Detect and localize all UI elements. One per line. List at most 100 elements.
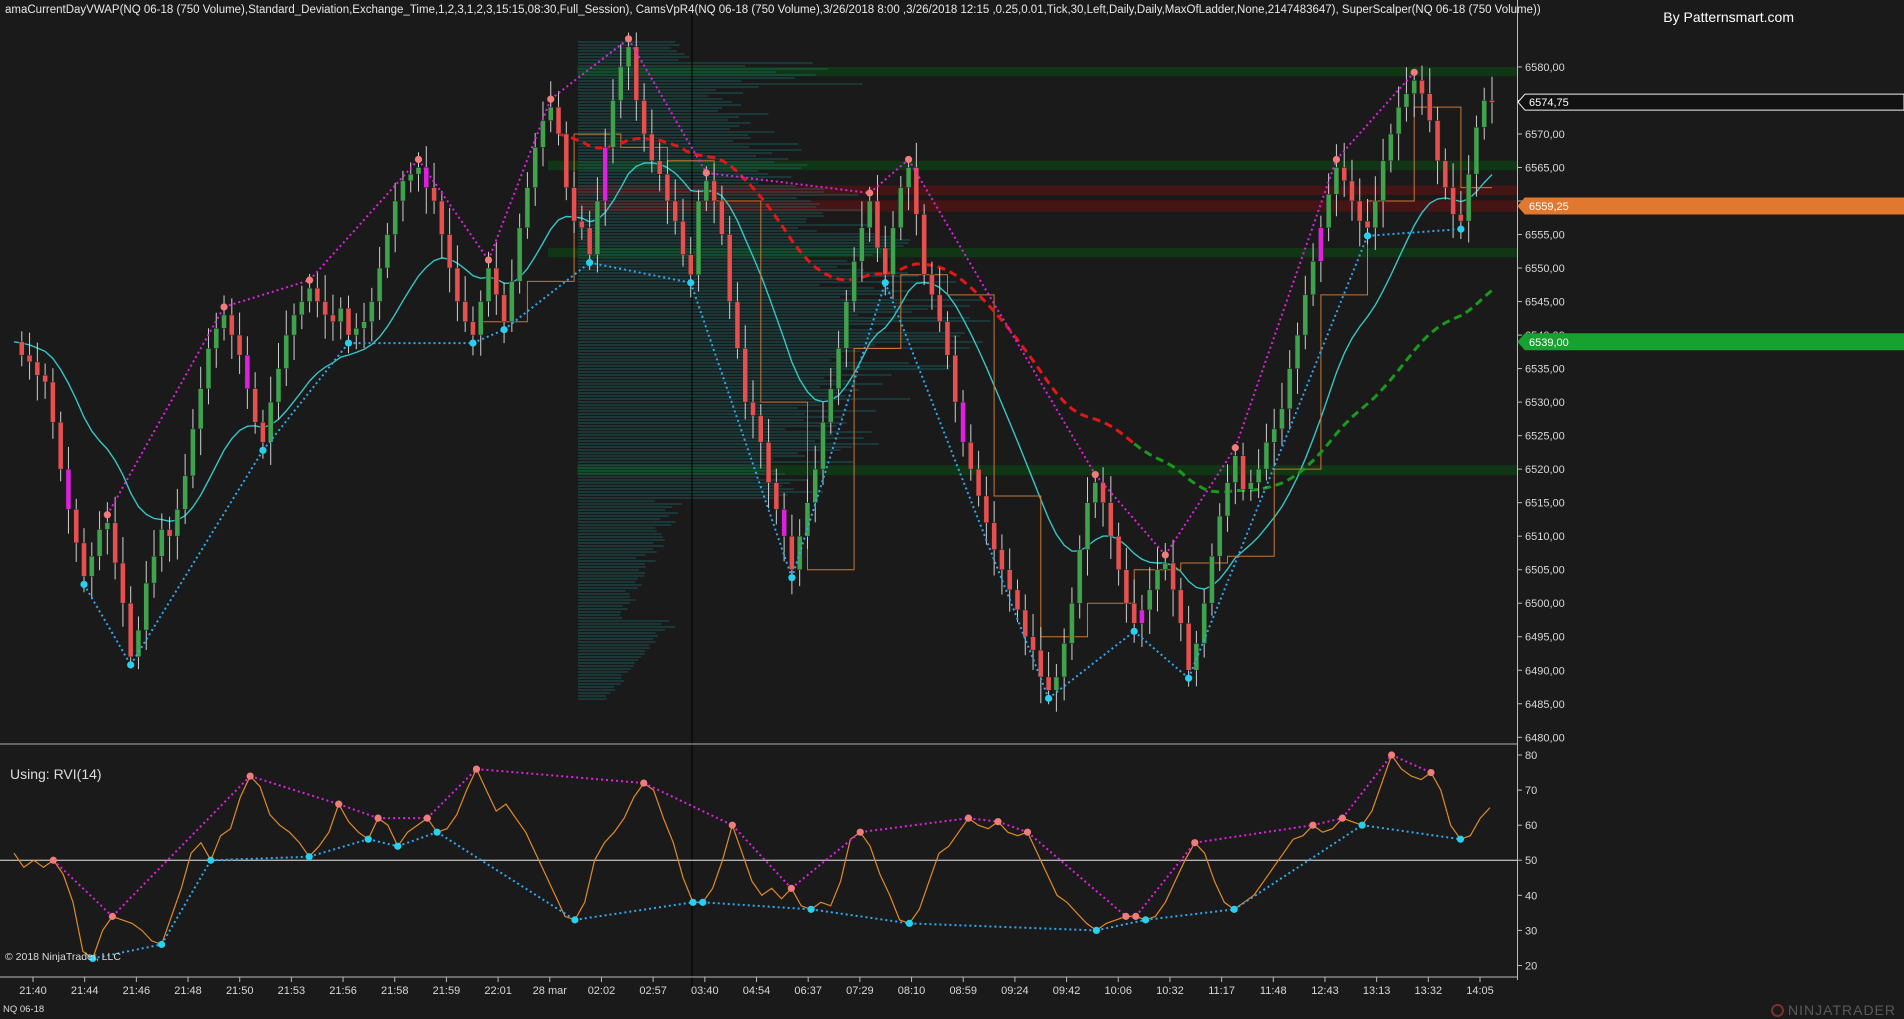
bear-candle bbox=[50, 381, 56, 423]
rvi-line bbox=[13, 753, 1491, 960]
swing-high-dot bbox=[547, 95, 555, 103]
bull-candle bbox=[804, 502, 811, 537]
bull-candle bbox=[1286, 368, 1293, 410]
bull-candle bbox=[890, 227, 896, 275]
bear-candle bbox=[244, 354, 251, 389]
bull-candle bbox=[1084, 502, 1091, 550]
bull-candle bbox=[1076, 549, 1083, 604]
bear-candle bbox=[65, 468, 72, 510]
time-tick-label: 22:01 bbox=[484, 985, 512, 997]
bull-candle bbox=[182, 475, 188, 510]
swing-low-dot bbox=[127, 661, 135, 669]
bull-candle bbox=[96, 529, 103, 557]
price-tick-label: 6520,00 bbox=[1525, 464, 1565, 476]
bear-candle bbox=[166, 529, 173, 537]
bear-candle bbox=[81, 542, 87, 577]
bear-candle bbox=[127, 602, 134, 658]
bull-candle bbox=[384, 234, 391, 269]
bear-candle bbox=[882, 247, 888, 275]
rvi-peak bbox=[731, 824, 793, 889]
rvi-peak-dot bbox=[1122, 912, 1130, 920]
bear-candle bbox=[57, 421, 64, 470]
bull-candle bbox=[843, 301, 850, 349]
bull-candle bbox=[1325, 194, 1332, 229]
bear-candle bbox=[1115, 535, 1122, 570]
time-tick-label: 21:53 bbox=[278, 985, 306, 997]
bear-candle bbox=[1108, 502, 1114, 537]
rvi-trough-dot bbox=[1358, 821, 1366, 829]
bull-candle bbox=[1201, 602, 1207, 644]
bull-candle bbox=[1302, 294, 1309, 336]
bear-candle bbox=[765, 442, 772, 483]
rvi-trough bbox=[702, 901, 812, 911]
swing-high bbox=[308, 158, 420, 281]
bear-candle bbox=[454, 267, 461, 302]
time-tick-label: 10:32 bbox=[1156, 985, 1184, 997]
chart-window[interactable]: 6580,006575,006570,006565,006560,006555,… bbox=[0, 0, 1904, 1019]
time-tick-label: 09:42 bbox=[1053, 985, 1081, 997]
rvi-peak-dot bbox=[1388, 751, 1396, 759]
time-tick-label: 21:50 bbox=[226, 985, 254, 997]
swing-high-dot bbox=[103, 511, 111, 519]
bull-candle bbox=[625, 46, 632, 68]
bull-candle bbox=[1248, 482, 1254, 490]
bull-candle bbox=[477, 301, 484, 336]
bull-candle bbox=[1271, 428, 1277, 443]
bull-candle bbox=[104, 522, 111, 530]
rvi-peak-dot bbox=[640, 779, 648, 787]
bear-candle bbox=[1341, 167, 1347, 182]
bear-candle bbox=[1006, 569, 1013, 591]
bull-candle bbox=[1162, 562, 1169, 570]
bear-candle bbox=[688, 254, 694, 275]
bear-candle bbox=[711, 180, 717, 202]
bull-candle bbox=[135, 629, 142, 658]
bull-candle bbox=[547, 106, 554, 121]
rvi-peak-dot bbox=[108, 912, 116, 920]
rvi-peak bbox=[643, 782, 733, 827]
rvi-trough-dot bbox=[689, 898, 697, 906]
bull-candle bbox=[1154, 569, 1161, 591]
bear-candle bbox=[734, 301, 741, 349]
rvi-peak-dot bbox=[1191, 839, 1199, 847]
bull-candle bbox=[143, 582, 149, 631]
bear-candle bbox=[431, 187, 437, 202]
bear-candle bbox=[758, 415, 764, 443]
bull-candle bbox=[361, 321, 367, 329]
time-tick-label: 11:48 bbox=[1260, 985, 1287, 997]
swing-low bbox=[1367, 228, 1461, 237]
swing-high-dot bbox=[904, 155, 913, 164]
bear-candle bbox=[1014, 589, 1021, 611]
bear-candle bbox=[1030, 636, 1036, 651]
time-tick-label: 08:10 bbox=[898, 985, 926, 997]
bear-candle bbox=[656, 160, 663, 175]
rvi-peak-dot bbox=[1309, 821, 1317, 829]
bear-candle bbox=[641, 100, 647, 135]
bull-candle bbox=[1279, 408, 1285, 430]
time-tick-label: 21:46 bbox=[123, 985, 151, 997]
time-tick-label: 04:54 bbox=[743, 985, 771, 997]
bull-candle bbox=[610, 100, 616, 148]
bull-candle bbox=[828, 388, 834, 423]
bull-candle bbox=[89, 556, 95, 577]
swing-low-dot bbox=[1457, 225, 1465, 233]
rvi-trough-dot bbox=[364, 835, 372, 843]
chart-canvas[interactable]: 6580,006575,006570,006565,006560,006555,… bbox=[0, 0, 1904, 1019]
swing-low-dot bbox=[259, 446, 267, 454]
time-tick-label: 21:48 bbox=[174, 985, 202, 997]
swing-low-dot bbox=[1363, 232, 1372, 240]
bear-candle bbox=[345, 308, 352, 336]
bear-candle bbox=[1419, 80, 1425, 94]
price-tick-label: 6535,00 bbox=[1525, 364, 1565, 376]
price-tick-label: 6500,00 bbox=[1525, 598, 1565, 610]
bear-candle bbox=[252, 388, 258, 423]
swing-high-dot bbox=[306, 276, 314, 284]
bear-candle bbox=[120, 562, 126, 604]
bear-candle bbox=[789, 535, 795, 570]
bear-candle bbox=[1100, 482, 1106, 503]
rvi-tick-label: 30 bbox=[1525, 925, 1537, 937]
bull-candle bbox=[369, 301, 375, 322]
bull-candle bbox=[866, 200, 873, 229]
bull-candle bbox=[1411, 80, 1417, 94]
bull-candle bbox=[812, 468, 818, 503]
rvi-trough-dot bbox=[807, 905, 815, 913]
